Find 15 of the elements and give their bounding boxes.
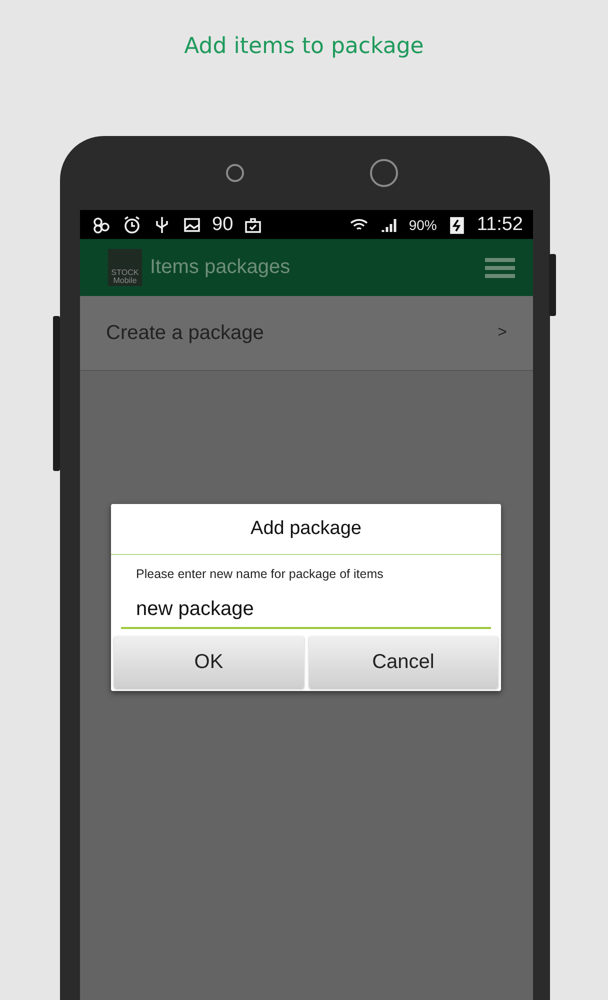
battery-percent: 90% <box>408 216 437 232</box>
alarm-clock-icon <box>122 214 142 234</box>
menu-icon[interactable] <box>485 256 515 278</box>
dialog-prompt: Please enter new name for package of items <box>135 566 384 581</box>
app-title: Items packages <box>150 256 292 279</box>
app-logo: STOCK Mobile <box>108 249 142 286</box>
clock-time: 11:52 <box>476 214 523 236</box>
dialog-button[interactable]: Cancel <box>308 636 498 688</box>
page-heading: Add items to package <box>183 33 425 61</box>
notification-count: 90 <box>212 214 234 236</box>
camera-icon <box>370 159 398 187</box>
dialog-title: Add package <box>111 504 501 555</box>
dialog-button[interactable]: OK <box>114 636 304 688</box>
name-field[interactable]: new package <box>121 591 491 629</box>
sensor-icon <box>226 164 244 182</box>
